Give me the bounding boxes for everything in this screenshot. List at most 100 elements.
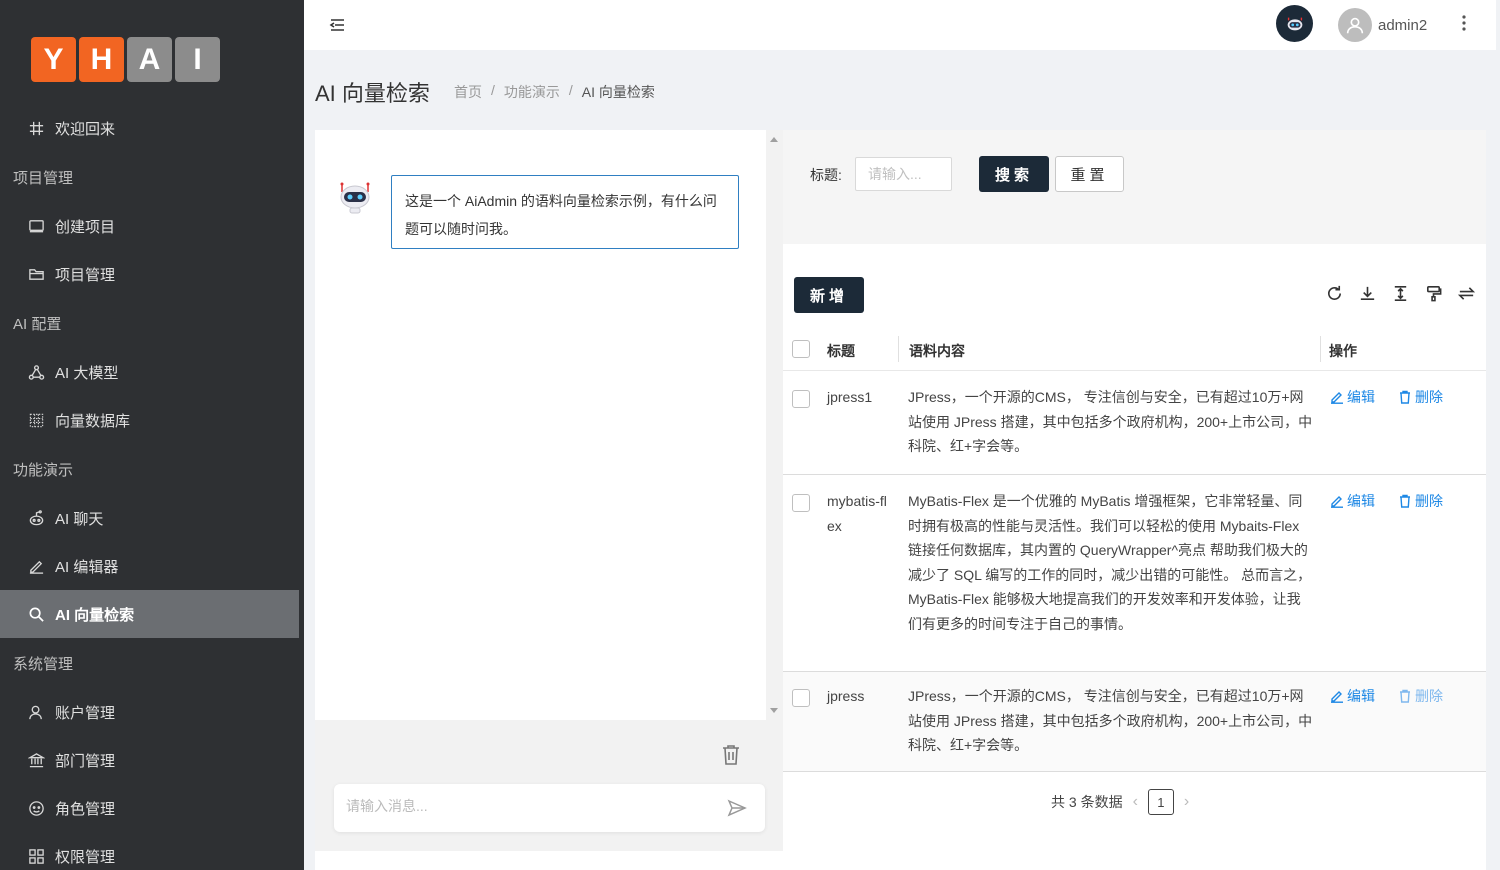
sidebar-item-label: AI 聊天 [55,510,104,528]
edit-icon [1331,691,1343,703]
send-icon[interactable] [727,798,747,818]
sidebar-item-label: 角色管理 [55,800,116,818]
avatar [1338,8,1372,42]
next-page-icon[interactable]: › [1184,793,1189,811]
download-icon[interactable] [1358,284,1377,303]
breadcrumb-separator: / [491,82,495,98]
delete-icon [1400,390,1410,404]
title-filter-label: 标题: [810,167,842,183]
row-title: mybatis-flex [827,493,887,534]
page-number-button[interactable]: 1 [1147,789,1174,815]
delete-button[interactable]: 删除 [1398,686,1443,706]
format-painter-icon[interactable] [1424,284,1443,303]
edit-button[interactable]: 编辑 [1330,686,1375,706]
sidebar-item-welcome[interactable]: 欢迎回来 [0,104,299,152]
sidebar-item-label: 项目管理 [55,266,116,284]
ai-assistant-icon[interactable] [1276,5,1313,42]
breadcrumb-separator: / [568,82,573,98]
sidebar-item-ai-editor[interactable]: AI 编辑器 [0,542,299,590]
menu-group-title: 项目管理 [13,169,74,187]
hash-icon [27,119,45,137]
sidebar-item-label: AI 大模型 [55,364,119,382]
menu-group-title: 功能演示 [13,461,74,479]
reset-button[interactable]: 重置 [1055,156,1124,192]
breadcrumb-home[interactable]: 首页 [454,82,482,102]
chat-messages: 这是一个 AiAdmin 的语料向量检索示例，有什么问题可以随时问我。 [315,130,766,720]
page-title: AI 向量检索 [315,81,430,106]
sidebar-item-llm[interactable]: AI 大模型 [0,348,299,396]
assistant-message: 这是一个 AiAdmin 的语料向量检索示例，有什么问题可以随时问我。 [391,175,739,249]
title-filter-input[interactable] [855,157,952,191]
breadcrumb: 首页 / 功能演示 / AI 向量检索 [454,82,655,102]
smile-icon [27,799,45,817]
pencil-icon [27,557,45,575]
robot-avatar-icon [337,180,373,216]
prev-page-icon[interactable]: ‹ [1133,793,1138,811]
edit-label: 编辑 [1347,493,1375,509]
search-button[interactable]: 搜索 [979,156,1049,192]
column-height-icon[interactable] [1391,284,1410,303]
scroll-down-icon[interactable] [770,708,778,713]
sidebar-item-departments[interactable]: 部门管理 [0,736,299,784]
footer-strip [315,851,1486,870]
sidebar-item-label: 欢迎回来 [55,120,116,138]
sidebar-item-accounts[interactable]: 账户管理 [0,688,299,736]
apps-icon [27,847,45,865]
delete-button[interactable]: 删除 [1398,387,1443,407]
sidebar-item-label: 权限管理 [55,848,116,866]
table-panel: 新增 标题 语料内容 操作 jpress1 JPress，一个开源的CMS， 专… [783,244,1486,851]
row-checkbox[interactable] [792,689,810,707]
row-checkbox[interactable] [792,390,810,408]
sidebar-item-vector-search[interactable]: AI 向量检索 [0,590,299,638]
scroll-up-icon[interactable] [770,137,778,142]
network-icon [27,363,45,381]
logo-letter: I [175,37,220,82]
refresh-icon[interactable] [1325,284,1344,303]
breadcrumb-feature-demo[interactable]: 功能演示 [504,82,560,102]
sidebar: Y H A I 欢迎回来 项目管理 创建项目 项目管理 AI 配置 AI 大模型… [0,0,304,870]
chat-scrollbar[interactable] [766,130,783,720]
sidebar-item-roles[interactable]: 角色管理 [0,784,299,832]
app-logo[interactable]: Y H A I [31,37,220,82]
delete-label: 删除 [1415,688,1443,704]
column-divider [898,336,899,362]
sidebar-item-permissions[interactable]: 权限管理 [0,832,299,870]
menu-fold-icon[interactable] [326,14,348,36]
user-menu[interactable]: admin2 [1338,8,1427,42]
logo-letter: A [127,37,172,82]
chat-message-input[interactable] [346,798,706,814]
sidebar-item-ai-chat[interactable]: AI 聊天 [0,494,299,542]
table-row: jpress JPress，一个开源的CMS， 专注信创与安全，已有超过10万+… [783,672,1486,772]
column-header-content: 语料内容 [909,343,965,359]
column-divider [1320,336,1321,362]
delete-label: 删除 [1415,493,1443,509]
add-button[interactable]: 新增 [794,277,864,313]
menu-group-title: AI 配置 [13,315,62,333]
sidebar-item-label: AI 编辑器 [55,558,119,576]
column-header-title: 标题 [827,343,855,359]
row-title: jpress [827,688,865,704]
corpus-table: 标题 语料内容 操作 jpress1 JPress，一个开源的CMS， 专注信创… [783,326,1486,772]
bank-icon [27,751,45,769]
chat-panel: 这是一个 AiAdmin 的语料向量检索示例，有什么问题可以随时问我。 [315,130,783,851]
edit-button[interactable]: 编辑 [1330,387,1375,407]
sidebar-item-vector-db[interactable]: 向量数据库 [0,396,299,444]
monitor-icon [27,217,45,235]
logo-letter: Y [31,37,76,82]
sidebar-item-project-manage[interactable]: 项目管理 [0,250,299,298]
row-checkbox[interactable] [792,494,810,512]
edit-button[interactable]: 编辑 [1330,491,1375,511]
search-panel: 标题: 搜索 重置 [783,130,1486,244]
edit-icon [1331,392,1343,404]
delete-icon [1400,689,1410,703]
swap-icon[interactable] [1457,284,1476,303]
sidebar-item-create-project[interactable]: 创建项目 [0,202,299,250]
delete-button[interactable]: 删除 [1398,491,1443,511]
more-vertical-icon[interactable] [1457,11,1471,35]
grid-dots-icon [27,411,45,429]
select-all-checkbox[interactable] [792,340,810,358]
sidebar-item-label: 账户管理 [55,704,116,722]
clear-chat-icon[interactable] [720,743,742,767]
folder-icon [27,265,45,283]
pagination: 共 3 条数据 ‹ 1 › [1051,789,1189,815]
